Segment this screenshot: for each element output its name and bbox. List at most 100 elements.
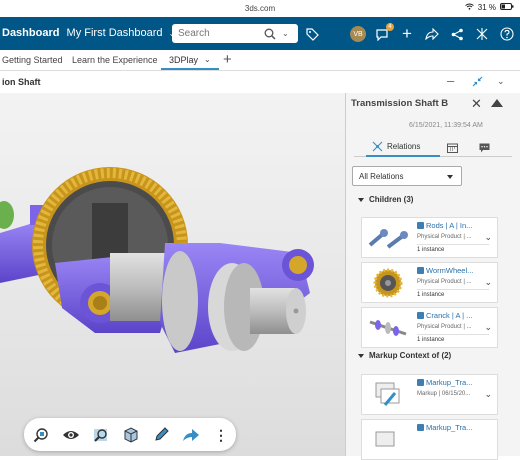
relations-filter-value: All Relations (359, 172, 404, 181)
url-label: 3ds.com (244, 4, 276, 13)
relations-filter-select[interactable]: All Relations (352, 166, 462, 186)
widget-menu-chevron-icon[interactable]: ⌄ (497, 76, 505, 87)
battery-label: 31 % (477, 3, 496, 12)
chevron-down-icon[interactable]: ⌄ (484, 322, 492, 333)
3d-model-render[interactable] (0, 93, 345, 456)
avatar[interactable]: VB (350, 26, 366, 42)
search-input[interactable] (178, 27, 260, 40)
calendar-icon[interactable] (447, 140, 458, 158)
comments-icon[interactable] (479, 140, 490, 158)
search-icon[interactable] (264, 27, 276, 45)
active-tab-indicator (161, 68, 219, 70)
widget-title: ion Shaft (2, 77, 41, 87)
expand-triangle-icon (358, 197, 364, 202)
cube-view-icon[interactable] (121, 425, 141, 445)
help-icon[interactable] (498, 25, 516, 43)
wifi-icon (464, 3, 474, 12)
cranck-thumbnail (366, 312, 410, 344)
battery-icon (500, 3, 514, 12)
network-share-icon[interactable] (448, 25, 466, 43)
chevron-down-icon[interactable]: ⌄ (484, 232, 492, 243)
compass-tools-icon[interactable] (473, 25, 491, 43)
markup-icon (417, 379, 424, 386)
list-item[interactable]: WormWheel... Physical Product | ... 1 in… (361, 262, 498, 303)
app-title: Dashboard (2, 27, 60, 39)
tag-icon[interactable] (303, 25, 321, 43)
markup-section-label: Markup Context of (2) (369, 351, 452, 360)
markup-icon (417, 424, 424, 431)
product-icon (417, 267, 424, 274)
child-name: Rods | A | In... (426, 221, 473, 230)
collapse-icon[interactable] (472, 76, 483, 89)
share-arrow-icon[interactable] (181, 425, 201, 445)
divider (417, 334, 489, 335)
chevron-down-icon[interactable]: ⌄ (484, 389, 492, 400)
wormwheel-thumbnail (366, 267, 410, 299)
add-tab-icon[interactable]: + (223, 51, 232, 68)
list-item[interactable]: Markup_Tra... (361, 419, 498, 460)
panel-date: 6/15/2021, 11:39:54 AM (409, 122, 483, 129)
add-icon[interactable]: + (398, 24, 416, 43)
top-bar: Dashboard My First Dashboard ⌄ ⌄ VB 4 + (0, 17, 520, 50)
relations-panel: Transmission Shaft B ✕ 6/15/2021, 11:39:… (345, 93, 520, 460)
item-name[interactable]: Markup_Tra... (417, 423, 472, 432)
divider (417, 289, 489, 290)
system-indicators: 31 % (464, 3, 514, 12)
list-item[interactable]: Markup_Tra... Markup | 06/15/20... ⌄ (361, 374, 498, 415)
dashboard-name: My First Dashboard (66, 27, 163, 39)
child-name: Cranck | A | ... (426, 311, 473, 320)
tab-relations-label: Relations (387, 142, 421, 151)
item-type: Physical Product | ... (417, 234, 472, 240)
item-name[interactable]: Markup_Tra... (417, 378, 472, 387)
list-item[interactable]: Rods | A | In... Physical Product | ... … (361, 217, 498, 258)
zoom-selection-icon[interactable] (91, 425, 111, 445)
tab-getting-started[interactable]: Getting Started (2, 55, 63, 65)
item-type: Physical Product | ... (417, 324, 472, 330)
tab-menu-chevron-icon[interactable]: ⌄ (204, 55, 211, 64)
children-section-label: Children (3) (369, 195, 414, 204)
markup-thumbnail (366, 424, 410, 456)
item-instances: 1 instance (417, 337, 445, 343)
relations-icon (372, 141, 383, 152)
view-toolbar: ⋮ (24, 418, 236, 451)
item-type: Physical Product | ... (417, 279, 472, 285)
dashboard-title[interactable]: Dashboard My First Dashboard ⌄ (2, 27, 175, 39)
child-name: WormWheel... (426, 266, 474, 275)
markup-section-header[interactable]: Markup Context of (2) (358, 351, 451, 360)
more-icon[interactable]: ⋮ (211, 425, 231, 445)
tab-learn-experience[interactable]: Learn the Experience (72, 55, 158, 65)
tab-bar: Getting Started Learn the Experience 3DP… (0, 50, 520, 71)
notification-badge: 4 (386, 23, 394, 31)
product-icon (417, 222, 424, 229)
children-section-header[interactable]: Children (3) (358, 195, 413, 204)
3d-viewport[interactable]: ⋮ (0, 93, 345, 456)
panel-tabs: Relations (354, 135, 512, 157)
item-instances: 1 instance (417, 292, 445, 298)
pencil-icon[interactable] (151, 425, 171, 445)
divider (417, 244, 489, 245)
markup-thumbnail (366, 379, 410, 411)
markup-name: Markup_Tra... (426, 378, 473, 387)
close-icon[interactable]: ✕ (471, 96, 482, 112)
visibility-icon[interactable] (61, 425, 81, 445)
tab-3dplay[interactable]: 3DPlay (169, 55, 198, 65)
item-instances: 1 instance (417, 247, 445, 253)
active-panel-tab-indicator (366, 155, 440, 157)
widget-header: ion Shaft – ⌄ (0, 72, 520, 92)
chevron-down-icon[interactable]: ⌄ (484, 277, 492, 288)
dropdown-caret-icon (447, 175, 453, 179)
product-icon (417, 312, 424, 319)
tab-relations[interactable]: Relations (372, 141, 420, 152)
search-options-icon[interactable]: ⌄ (282, 29, 289, 38)
item-name[interactable]: Rods | A | In... (417, 221, 472, 230)
panel-title: Transmission Shaft B (351, 98, 449, 109)
list-item[interactable]: Cranck | A | ... Physical Product | ... … (361, 307, 498, 348)
expand-triangle-icon (358, 353, 364, 358)
share-icon[interactable] (423, 25, 441, 43)
collapse-panel-icon[interactable] (491, 99, 503, 107)
minimize-icon[interactable]: – (447, 73, 454, 88)
zoom-fit-icon[interactable] (31, 425, 51, 445)
rods-thumbnail (366, 222, 410, 254)
item-name[interactable]: WormWheel... (417, 266, 473, 275)
item-name[interactable]: Cranck | A | ... (417, 311, 472, 320)
